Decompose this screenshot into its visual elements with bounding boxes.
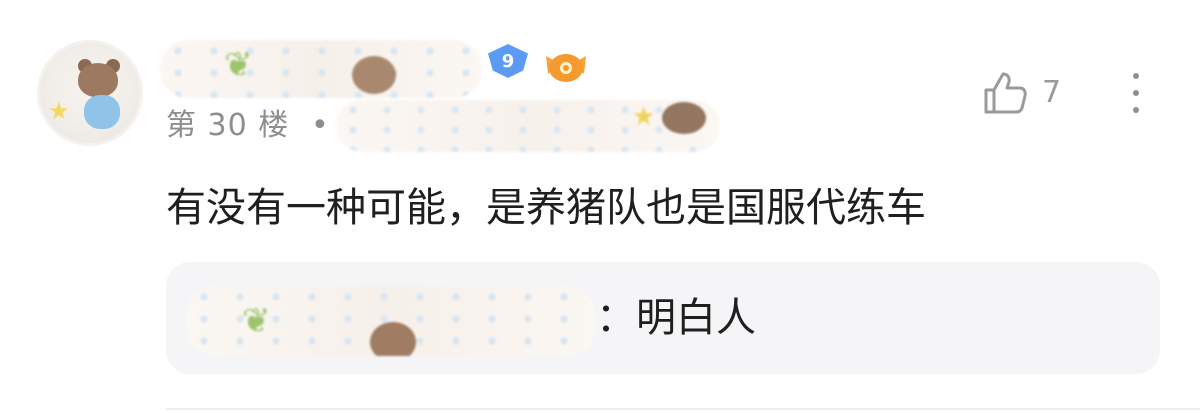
comment-divider <box>166 408 1200 410</box>
reply-bear-decoration <box>370 322 416 356</box>
avatar-star-icon: ★ <box>48 97 70 125</box>
username-obscured[interactable]: ❦ <box>160 40 482 98</box>
thumbs-up-icon <box>984 72 1027 114</box>
level-number: 9 <box>501 50 515 72</box>
like-button[interactable]: 7 <box>982 70 1072 116</box>
username-bear-decoration <box>352 56 396 94</box>
user-avatar[interactable]: ★ <box>37 40 143 146</box>
avatar-bear-body <box>84 95 120 129</box>
more-vertical-icon[interactable] <box>1126 70 1146 116</box>
reply-text: ：明白人 <box>596 292 756 344</box>
post-meta-obscured: ★ <box>336 100 720 152</box>
reply-content: 明白人 <box>636 295 756 341</box>
reply-leaf-decoration: ❦ <box>242 301 271 341</box>
reply-username-obscured[interactable]: ❦ <box>186 286 596 356</box>
meta-bear-decoration <box>662 102 706 134</box>
like-count: 7 <box>1042 75 1062 110</box>
meta-separator: • <box>311 108 329 143</box>
fan-badge-icon <box>546 54 586 82</box>
avatar-bear-head <box>78 63 118 97</box>
reply-separator: ： <box>596 295 636 341</box>
username-leaf-decoration: ❦ <box>224 45 253 85</box>
comment-text: 有没有一种可能，是养猪队也是国服代练车 <box>166 185 926 231</box>
floor-label: 第 30 楼 <box>166 108 290 143</box>
meta-star-decoration: ★ <box>632 102 656 132</box>
reply-box[interactable]: ❦ ：明白人 <box>166 262 1160 374</box>
level-badge-icon: 9 <box>488 44 528 78</box>
